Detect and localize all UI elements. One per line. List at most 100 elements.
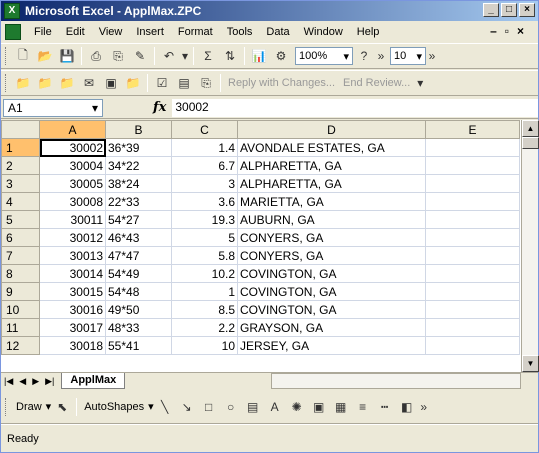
row-header[interactable]: 9: [1, 282, 40, 301]
undo-dropdown-icon[interactable]: ▾: [180, 46, 190, 66]
cell-d[interactable]: COVINGTON, GA: [237, 264, 426, 283]
first-sheet-icon[interactable]: |◀: [1, 376, 16, 387]
cell-b[interactable]: 54*48: [105, 282, 172, 301]
cell-d[interactable]: CONYERS, GA: [237, 228, 426, 247]
review-icon-8[interactable]: ⎘: [195, 73, 217, 93]
cell-c[interactable]: 3: [171, 174, 238, 193]
clipart-icon[interactable]: ▣: [308, 397, 330, 417]
cell-b[interactable]: 46*43: [105, 228, 172, 247]
review-icon-3[interactable]: 📁: [56, 73, 78, 93]
help-icon[interactable]: ?: [353, 46, 375, 66]
toolbar-grip[interactable]: [5, 74, 8, 92]
cell-e[interactable]: [425, 174, 520, 193]
cell-a[interactable]: 30004: [39, 156, 106, 175]
row-header[interactable]: 7: [1, 246, 40, 265]
arrow-icon[interactable]: ↘: [176, 397, 198, 417]
cell-c[interactable]: 10.2: [171, 264, 238, 283]
column-header-b[interactable]: B: [105, 120, 172, 139]
cell-c[interactable]: 6.7: [171, 156, 238, 175]
scroll-thumb[interactable]: [522, 137, 539, 149]
spreadsheet-grid[interactable]: A B C D E 1 30002 36*39 1.4 AVONDALE ESTATES…: [1, 120, 521, 372]
3d-icon[interactable]: ◧: [396, 397, 418, 417]
cell-e[interactable]: [425, 192, 520, 211]
review-icon-5[interactable]: ▣: [100, 73, 122, 93]
toolbar-grip[interactable]: [5, 397, 8, 416]
zoom-select[interactable]: 100% ▾: [295, 47, 353, 65]
menu-view[interactable]: View: [92, 26, 130, 38]
cell-a[interactable]: 30012: [39, 228, 106, 247]
cell-e[interactable]: [425, 264, 520, 283]
cell-d[interactable]: GRAYSON, GA: [237, 318, 426, 337]
chart-wizard-icon[interactable]: 📊: [248, 46, 270, 66]
cell-a[interactable]: 30014: [39, 264, 106, 283]
row-header[interactable]: 12: [1, 336, 40, 355]
diagram-icon[interactable]: ✺: [286, 397, 308, 417]
rectangle-icon[interactable]: □: [198, 397, 220, 417]
checkbox-icon[interactable]: ☑: [151, 73, 173, 93]
autoshapes-menu-button[interactable]: AutoShapes: [80, 401, 148, 413]
review-icon-7[interactable]: ▤: [173, 73, 195, 93]
scroll-up-icon[interactable]: ▲: [522, 120, 539, 137]
cell-b[interactable]: 54*49: [105, 264, 172, 283]
cell-d[interactable]: AUBURN, GA: [237, 210, 426, 229]
cell-b[interactable]: 22*33: [105, 192, 172, 211]
format-painter-icon[interactable]: ✎: [129, 46, 151, 66]
row-header[interactable]: 5: [1, 210, 40, 229]
sheet-tab-applmax[interactable]: ApplMax: [61, 373, 126, 389]
menu-format[interactable]: Format: [171, 26, 220, 38]
cell-d[interactable]: JERSEY, GA: [237, 336, 426, 355]
dash-style-icon[interactable]: ┅: [374, 397, 396, 417]
reply-with-changes-button[interactable]: Reply with Changes...: [228, 77, 335, 89]
cell-c[interactable]: 5.8: [171, 246, 238, 265]
cell-d[interactable]: CONYERS, GA: [237, 246, 426, 265]
select-objects-icon[interactable]: ⬉: [51, 397, 73, 417]
menu-data[interactable]: Data: [259, 26, 296, 38]
cell-e[interactable]: [425, 318, 520, 337]
row-header[interactable]: 11: [1, 318, 40, 337]
menu-file[interactable]: File: [27, 26, 59, 38]
autosum-icon[interactable]: Σ: [197, 46, 219, 66]
cell-d[interactable]: ALPHARETTA, GA: [237, 156, 426, 175]
select-all-corner[interactable]: [1, 120, 40, 139]
review-icon-2[interactable]: 📁: [34, 73, 56, 93]
undo-icon[interactable]: ↶: [158, 46, 180, 66]
cell-d[interactable]: COVINGTON, GA: [237, 300, 426, 319]
cell-a[interactable]: 30013: [39, 246, 106, 265]
cell-d[interactable]: ALPHARETTA, GA: [237, 174, 426, 193]
cell-c[interactable]: 10: [171, 336, 238, 355]
cell-b[interactable]: 54*27: [105, 210, 172, 229]
cell-a[interactable]: 30005: [39, 174, 106, 193]
font-size-select[interactable]: 10 ▾: [390, 47, 426, 65]
menu-help[interactable]: Help: [350, 26, 387, 38]
save-icon[interactable]: 💾: [56, 46, 78, 66]
row-header[interactable]: 3: [1, 174, 40, 193]
cell-a[interactable]: 30011: [39, 210, 106, 229]
cell-e[interactable]: [425, 228, 520, 247]
cell-b[interactable]: 38*24: [105, 174, 172, 193]
column-header-a[interactable]: A: [39, 120, 106, 139]
cell-e[interactable]: [425, 210, 520, 229]
open-icon[interactable]: 📂: [34, 46, 56, 66]
excel-icon[interactable]: X: [4, 3, 20, 19]
cell-a[interactable]: 30015: [39, 282, 106, 301]
wordart-icon[interactable]: A: [264, 397, 286, 417]
cell-e[interactable]: [425, 300, 520, 319]
cell-e[interactable]: [425, 336, 520, 355]
cell-d[interactable]: AVONDALE ESTATES, GA: [237, 138, 426, 157]
horizontal-scrollbar[interactable]: [271, 373, 521, 389]
cell-a[interactable]: 30016: [39, 300, 106, 319]
column-header-d[interactable]: D: [237, 120, 426, 139]
workbook-icon[interactable]: [5, 24, 21, 40]
toolbar-options-icon[interactable]: »: [375, 46, 387, 66]
toolbar-options-icon-4[interactable]: »: [418, 397, 430, 417]
insert-function-icon[interactable]: fx: [153, 100, 166, 115]
column-header-c[interactable]: C: [171, 120, 238, 139]
cell-c[interactable]: 19.3: [171, 210, 238, 229]
menu-edit[interactable]: Edit: [59, 26, 92, 38]
cell-a[interactable]: 30002: [39, 138, 106, 157]
review-icon-6[interactable]: 📁: [122, 73, 144, 93]
review-icon-1[interactable]: 📁: [12, 73, 34, 93]
line-style-icon[interactable]: ≡: [352, 397, 374, 417]
cell-e[interactable]: [425, 138, 520, 157]
prev-sheet-icon[interactable]: ◀: [16, 376, 29, 387]
